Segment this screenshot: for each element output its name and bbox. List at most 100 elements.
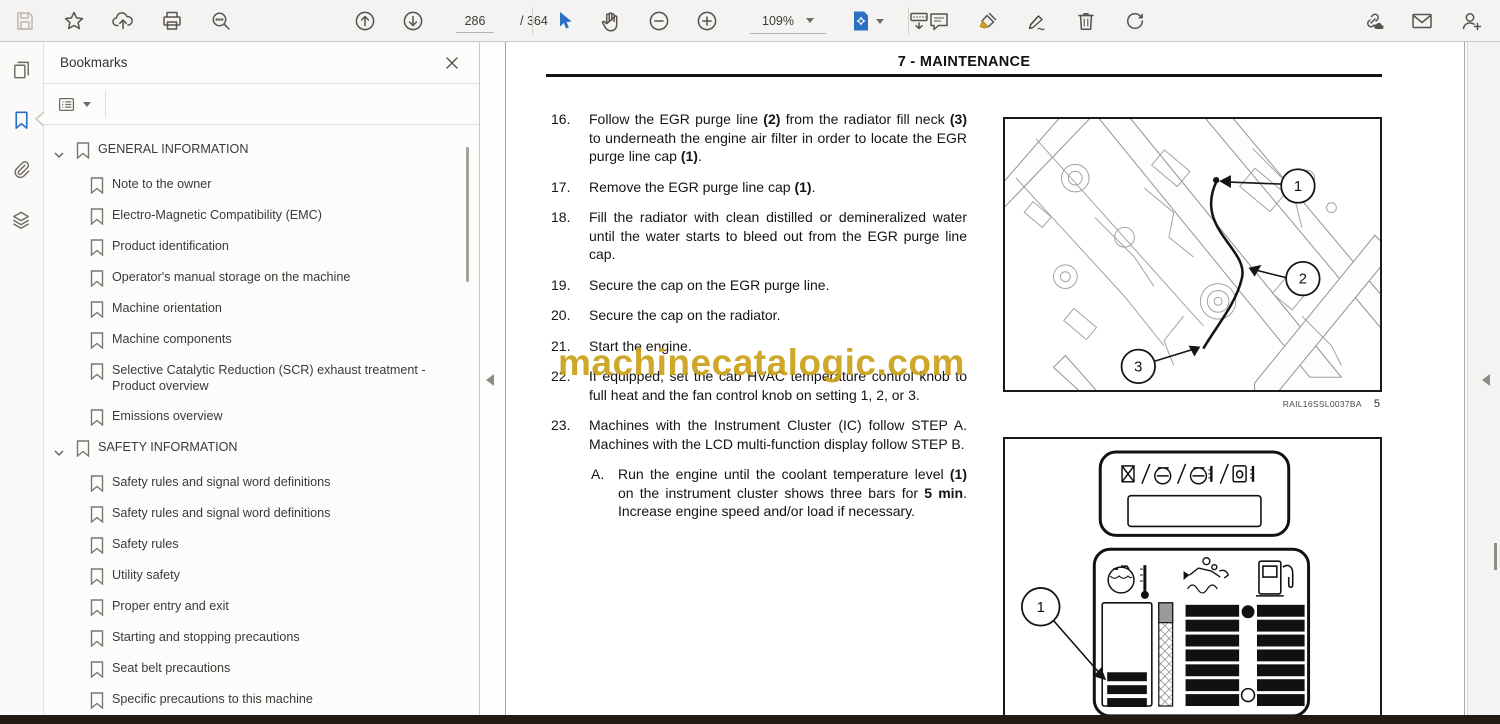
figure-engine-diagram: 1 2 3 xyxy=(997,110,1382,401)
highlight-button[interactable] xyxy=(973,6,1003,36)
bookmark-item[interactable]: Operator's manual storage on the machine xyxy=(44,262,479,293)
instrument-cluster-drawing: 1 xyxy=(1020,450,1311,718)
page-down-icon xyxy=(403,11,423,31)
bookmark-icon xyxy=(90,238,104,256)
zoom-in-icon xyxy=(697,11,717,31)
step-number: 16. xyxy=(551,111,571,127)
bookmark-item[interactable]: Specific precautions to this machine xyxy=(44,684,479,714)
bookmarks-panel-button[interactable] xyxy=(8,106,36,134)
bookmark-item[interactable]: Emissions overview xyxy=(44,401,479,432)
bookmark-icon xyxy=(90,331,104,349)
bookmark-item[interactable]: Proper entry and exit xyxy=(44,591,479,622)
share-button[interactable] xyxy=(108,6,138,36)
bookmarks-scrollbar[interactable] xyxy=(465,147,469,282)
sign-button[interactable] xyxy=(1022,6,1052,36)
callout-3: 3 xyxy=(1134,359,1142,375)
toolbar-separator xyxy=(532,7,533,35)
bookmark-icon xyxy=(90,362,104,380)
fit-page-dropdown[interactable] xyxy=(846,6,886,36)
chevron-down-icon xyxy=(875,18,884,24)
add-person-button[interactable] xyxy=(1456,6,1486,36)
chevron-down-icon[interactable] xyxy=(54,439,76,461)
layers-icon xyxy=(13,211,29,229)
previous-page-button[interactable] xyxy=(350,6,380,36)
save-button[interactable] xyxy=(10,6,40,36)
toolbar-page-nav-group: / 364 xyxy=(350,0,548,42)
bookmark-item[interactable]: GENERAL INFORMATION xyxy=(44,134,479,169)
search-icon xyxy=(212,12,230,30)
bookmark-options-button[interactable] xyxy=(58,96,91,113)
bookmark-item[interactable]: Machine orientation xyxy=(44,293,479,324)
document-scrollbar-thumb[interactable] xyxy=(1494,543,1497,570)
header-rule xyxy=(546,74,1382,77)
document-area: 7 - MAINTENANCE 16. Follow the EGR purge… xyxy=(480,42,1500,724)
bookmark-label: Electro-Magnetic Compatibility (EMC) xyxy=(112,207,322,222)
bookmark-item[interactable]: Safety rules xyxy=(44,529,479,560)
bookmark-icon xyxy=(90,598,104,616)
panel-nav-strip xyxy=(0,42,44,724)
bookmark-label: Utility safety xyxy=(112,567,180,582)
email-button[interactable] xyxy=(1407,6,1437,36)
toolbar-annotate-group xyxy=(924,0,1150,42)
bookmark-icon xyxy=(90,660,104,678)
zoom-level-dropdown[interactable]: 109% xyxy=(750,8,826,34)
comment-button[interactable] xyxy=(924,6,954,36)
bookmark-item[interactable]: Product identification xyxy=(44,231,479,262)
select-tool-button[interactable] xyxy=(548,6,578,36)
next-page-button[interactable] xyxy=(398,6,428,36)
bookmark-item[interactable]: Note to the owner xyxy=(44,169,479,200)
layers-button[interactable] xyxy=(8,206,36,234)
bookmark-icon xyxy=(76,439,90,457)
hand-tool-button[interactable] xyxy=(596,6,626,36)
delete-button[interactable] xyxy=(1071,6,1101,36)
bookmark-item[interactable]: SAFETY INFORMATION xyxy=(44,432,479,467)
share-link-button[interactable] xyxy=(1358,6,1388,36)
bookmark-icon xyxy=(90,691,104,709)
page-thumbnails-icon xyxy=(14,61,29,78)
zoom-out-button[interactable] xyxy=(644,6,674,36)
figure-reference-code: RAIL16SSL0037BA xyxy=(1282,399,1362,409)
print-button[interactable] xyxy=(157,6,187,36)
bookmark-icon xyxy=(90,629,104,647)
bookmark-item[interactable]: Utility safety xyxy=(44,560,479,591)
page-number-input[interactable] xyxy=(456,9,494,33)
share-icon xyxy=(112,12,133,30)
refresh-button[interactable] xyxy=(1120,6,1150,36)
procedure-step: A. Run the engine until the coolant temp… xyxy=(551,465,967,521)
bookmark-item[interactable]: Safety rules and signal word definitions xyxy=(44,498,479,529)
watermark: machinecatalogic.com xyxy=(558,342,965,383)
zoom-in-button[interactable] xyxy=(692,6,722,36)
step-text: Fill the radiator with clean distilled o… xyxy=(589,209,967,262)
chevron-down-icon[interactable] xyxy=(54,141,76,163)
bookmarks-icon xyxy=(15,111,28,129)
attachments-button[interactable] xyxy=(8,156,36,184)
procedure-steps: 16. Follow the EGR purge line (2) from t… xyxy=(551,110,967,533)
chevron-down-icon xyxy=(83,101,91,107)
bookmark-label: Machine components xyxy=(112,331,232,346)
bookmark-item[interactable]: Safety rules and signal word definitions xyxy=(44,467,479,498)
trash-icon xyxy=(1078,13,1094,30)
figure-instrument-cluster: 1 xyxy=(1003,437,1382,724)
close-panel-button[interactable] xyxy=(441,52,463,74)
step-number: A. xyxy=(591,466,605,482)
page-thumbnails-button[interactable] xyxy=(8,56,36,84)
search-button[interactable] xyxy=(206,6,236,36)
bookmark-item[interactable]: Selective Catalytic Reduction (SCR) exha… xyxy=(44,355,479,401)
star-button[interactable] xyxy=(59,6,89,36)
bookmark-label: Product identification xyxy=(112,238,229,253)
toolbar: / 364 109% xyxy=(0,0,1500,42)
collapse-panel-arrow[interactable] xyxy=(1482,374,1490,386)
collapse-panel-arrow[interactable] xyxy=(486,374,494,386)
procedure-step: 16. Follow the EGR purge line (2) from t… xyxy=(551,110,967,166)
bookmark-item[interactable]: Starting and stopping precautions xyxy=(44,622,479,653)
document-scrollbar-strip[interactable] xyxy=(1467,42,1500,724)
bookmark-item[interactable]: Electro-Magnetic Compatibility (EMC) xyxy=(44,200,479,231)
bookmark-item[interactable]: Seat belt precautions xyxy=(44,653,479,684)
bookmark-item[interactable]: Machine components xyxy=(44,324,479,355)
select-cursor-icon xyxy=(560,12,572,29)
callout-1: 1 xyxy=(1037,600,1045,616)
bookmark-icon xyxy=(90,536,104,554)
pdf-page: 7 - MAINTENANCE 16. Follow the EGR purge… xyxy=(505,42,1465,724)
bookmark-label: Emissions overview xyxy=(112,408,223,423)
bookmark-label: Safety rules and signal word definitions xyxy=(112,505,331,520)
